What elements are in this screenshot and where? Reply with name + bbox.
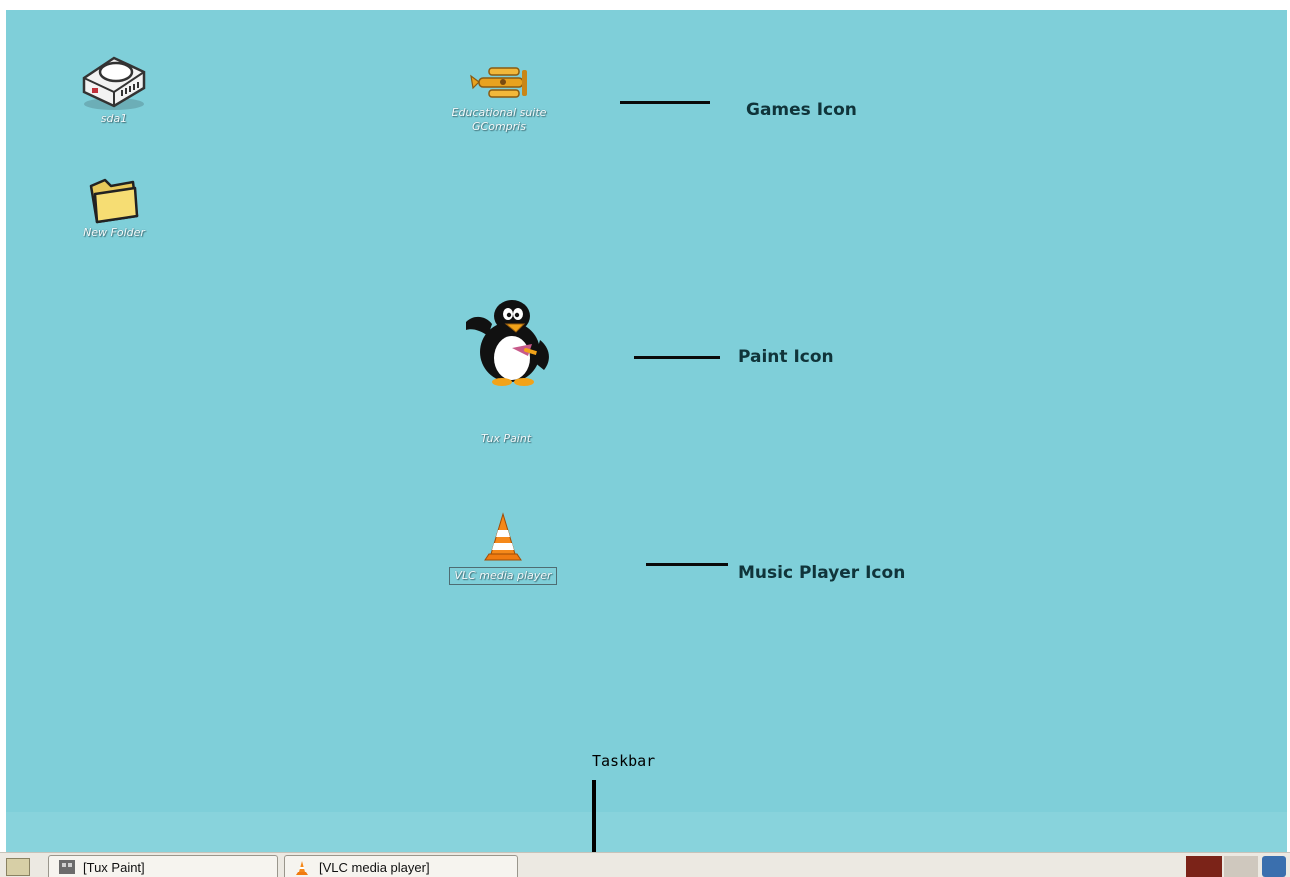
- icon-label-line: VLC media player: [454, 569, 552, 582]
- vlc-cone-icon: [296, 861, 308, 875]
- taskbar-button-label: [VLC media player]: [319, 860, 430, 875]
- icon-label-line: Educational suite: [451, 106, 547, 119]
- icon-label-line: GCompris: [472, 120, 526, 133]
- desktop-bottom-strip: [6, 812, 1287, 852]
- annotation-games-icon: Games Icon: [746, 100, 857, 120]
- tray-applet-icon[interactable]: [1262, 856, 1286, 877]
- desktop-icon-label: New Folder: [62, 226, 166, 240]
- desktop-icon-vlc[interactable]: VLC media player: [432, 510, 574, 585]
- annotation-paint-icon: Paint Icon: [738, 347, 834, 367]
- tray-workspace-2[interactable]: [1224, 856, 1258, 877]
- tux-penguin-icon: [466, 300, 549, 386]
- desktop-icon-label: Tux Paint: [446, 432, 566, 446]
- desktop-icon-label: VLC media player: [449, 567, 557, 585]
- annotation-music-player-icon: Music Player Icon: [738, 563, 906, 583]
- desktop-icon-label: sda1: [62, 112, 166, 126]
- annotation-line-music: [646, 563, 728, 566]
- tray-workspace-1[interactable]: [1186, 856, 1222, 877]
- icon-label-line: sda1: [100, 112, 128, 125]
- taskbar-button-label: [Tux Paint]: [83, 860, 145, 875]
- annotation-taskbar: Taskbar: [592, 752, 656, 770]
- icon-label-line: Tux Paint: [480, 432, 532, 445]
- taskbar-button-tux-paint[interactable]: [Tux Paint]: [48, 855, 278, 877]
- hard-drive-icon: [82, 56, 146, 110]
- desktop-icon-educational-suite[interactable]: Educational suite GCompris: [436, 62, 562, 134]
- airplane-icon: [470, 67, 527, 98]
- desktop-icon-sda1[interactable]: sda1: [62, 48, 166, 126]
- desktop: sda1 New Folder Educational suite GCompr…: [6, 10, 1287, 852]
- annotation-line-paint: [634, 356, 720, 359]
- desktop-icon-tux-paint[interactable]: Tux Paint: [446, 296, 566, 446]
- annotation-line-games: [620, 101, 710, 104]
- icon-label-line: New Folder: [83, 226, 145, 239]
- folder-icon: [89, 178, 139, 224]
- show-desktop-icon[interactable]: [6, 858, 30, 876]
- tux-paint-icon: [59, 860, 75, 874]
- vlc-cone-icon: [484, 512, 522, 561]
- desktop-icon-new-folder[interactable]: New Folder: [62, 176, 166, 240]
- desktop-icon-label: Educational suite GCompris: [436, 106, 562, 134]
- taskbar-button-vlc[interactable]: [VLC media player]: [284, 855, 518, 877]
- taskbar: [Tux Paint] [VLC media player]: [0, 852, 1290, 877]
- annotation-line-taskbar: [592, 780, 596, 852]
